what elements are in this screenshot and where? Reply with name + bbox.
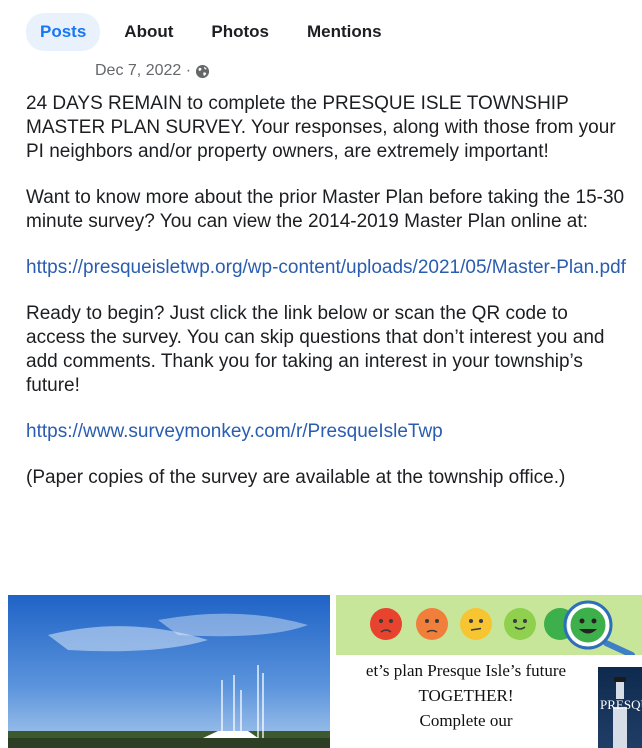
- angry-face-icon: [370, 608, 402, 640]
- flyer-line: Complete our: [419, 711, 513, 730]
- tab-posts[interactable]: Posts: [26, 13, 101, 51]
- magnifier-icon: [562, 599, 635, 658]
- tab-about[interactable]: About: [110, 13, 187, 51]
- post-paragraph: 24 DAYS REMAIN to complete the PRESQUE I…: [26, 93, 616, 162]
- lighthouse-poster: PRESQUE: [598, 667, 642, 748]
- post-meta: Dec 7, 2022 ·: [95, 62, 210, 80]
- flyer-line: TOGETHER!: [418, 686, 514, 705]
- photo-grid: et’s plan Presque Isle’s future TOGETHER…: [0, 595, 642, 748]
- tab-photos[interactable]: Photos: [197, 13, 283, 51]
- post-paragraph: Want to know more about the prior Master…: [26, 187, 625, 232]
- smile-face-icon: [504, 608, 536, 640]
- poster-title: PRESQUE: [600, 697, 642, 712]
- post-paragraph: Ready to begin? Just click the link belo…: [26, 303, 605, 396]
- harbor-photo[interactable]: [8, 595, 330, 748]
- emoji-rating-band: [336, 595, 642, 658]
- neutral-face-icon: [460, 608, 492, 640]
- flyer-text: et’s plan Presque Isle’s future TOGETHER…: [336, 658, 596, 733]
- post-body: 24 DAYS REMAIN to complete the PRESQUE I…: [26, 92, 632, 512]
- profile-tabs: Posts About Photos Mentions: [26, 12, 406, 52]
- post-paragraph: (Paper copies of the survey are availabl…: [26, 467, 566, 488]
- flyer-line: et’s plan Presque Isle’s future: [365, 661, 567, 680]
- survey-flyer-image[interactable]: et’s plan Presque Isle’s future TOGETHER…: [336, 595, 642, 748]
- sad-face-icon: [416, 608, 448, 640]
- globe-icon: [195, 64, 210, 79]
- master-plan-link[interactable]: https://presqueisletwp.org/wp-content/up…: [26, 257, 626, 278]
- post-date[interactable]: Dec 7, 2022 ·: [95, 62, 191, 80]
- survey-link[interactable]: https://www.surveymonkey.com/r/PresqueIs…: [26, 421, 443, 442]
- tab-mentions[interactable]: Mentions: [293, 13, 396, 51]
